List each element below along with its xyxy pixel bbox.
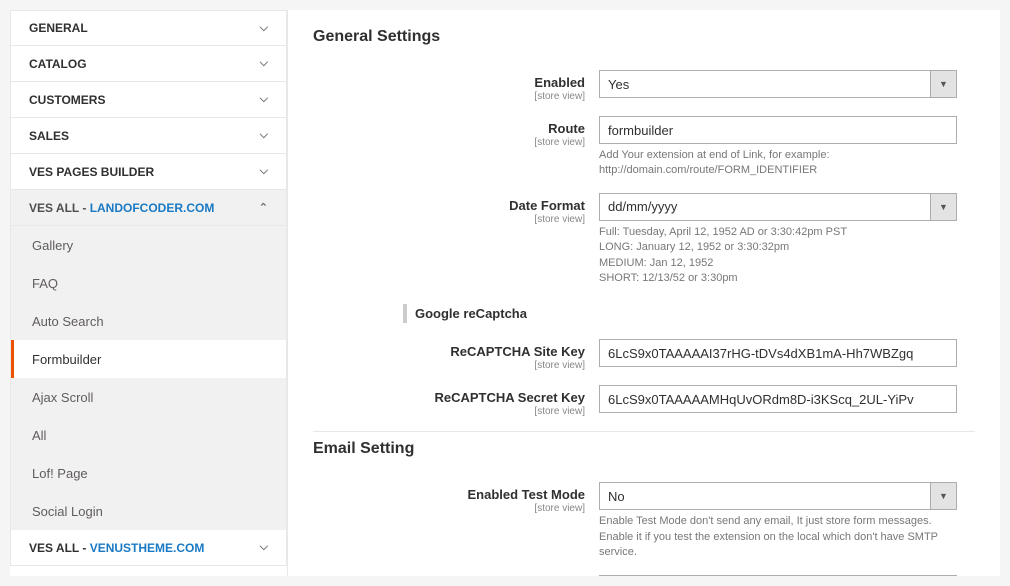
nav-group-label: VES ALL - VENUSTHEME.COM [29,541,204,555]
nav-group-ves-all-venustheme[interactable]: VES ALL - VENUSTHEME.COM ⌵ [10,530,287,566]
chevron-down-icon: ⌵ [260,541,268,554]
chevron-down-icon: ⌵ [260,93,268,106]
field-route: Route [store view] Add Your extension at… [313,116,975,179]
scope-label: [store view] [313,406,585,417]
sidebar-item-gallery[interactable]: Gallery [11,226,286,264]
nav-group-label: SALES [29,129,69,143]
nav-group-general[interactable]: GENERAL ⌵ [10,10,287,46]
nav-group-label: GENERAL [29,21,88,35]
nav-group-sales[interactable]: SALES ⌵ [10,118,287,154]
enabled-select[interactable]: Yes ▼ [599,70,957,98]
nav-group-catalog[interactable]: CATALOG ⌵ [10,46,287,82]
nav-group-customers[interactable]: CUSTOMERS ⌵ [10,82,287,118]
field-label: ReCAPTCHA Site Key [450,344,585,359]
field-hint: Enable Test Mode don't send any email, I… [599,514,957,560]
field-enabled: Enabled [store view] Yes ▼ [313,70,975,102]
test-mode-select[interactable]: No ▼ [599,482,957,510]
chevron-down-icon: ⌵ [260,22,268,35]
scope-label: [store view] [313,503,585,514]
field-thanks-email: Allow send thanks you email [store view]… [313,575,975,576]
field-label: Enabled [534,75,585,90]
nav-subitems: Gallery FAQ Auto Search Formbuilder Ajax… [10,226,287,530]
field-label: ReCAPTCHA Secret Key [434,390,585,405]
field-recaptcha-site-key: ReCAPTCHA Site Key [store view] [313,339,975,371]
recaptcha-site-key-input[interactable] [599,339,957,367]
sidebar-item-faq[interactable]: FAQ [11,264,286,302]
field-date-format: Date Format [store view] dd/mm/yyyy ▼ Fu… [313,193,975,287]
sidebar-item-formbuilder[interactable]: Formbuilder [11,340,286,378]
chevron-down-icon: ⌵ [260,165,268,178]
chevron-down-icon: ⌵ [260,129,268,142]
field-test-mode: Enabled Test Mode [store view] No ▼ Enab… [313,482,975,560]
scope-label: [store view] [313,137,585,148]
chevron-down-icon: ▼ [930,71,956,97]
thanks-email-select[interactable]: No ▼ [599,575,957,576]
chevron-down-icon: ⌵ [260,57,268,70]
sidebar-item-ajax-scroll[interactable]: Ajax Scroll [11,378,286,416]
section-title-general: General Settings [313,28,975,46]
field-label: Route [548,121,585,136]
main-content: General Settings Enabled [store view] Ye… [288,10,1000,576]
sidebar-item-social-login[interactable]: Social Login [11,492,286,530]
nav-group-ves-all-landofcoder[interactable]: VES ALL - LANDOFCODER.COM ⌃ [10,190,287,226]
sidebar-item-auto-search[interactable]: Auto Search [11,302,286,340]
nav-group-ves-pages-builder[interactable]: VES PAGES BUILDER ⌵ [10,154,287,190]
field-recaptcha-secret-key: ReCAPTCHA Secret Key [store view] [313,385,975,417]
scope-label: [store view] [313,91,585,102]
section-divider [313,431,975,432]
scope-label: [store view] [313,214,585,225]
route-input[interactable] [599,116,957,144]
chevron-down-icon: ▼ [930,194,956,220]
field-hint: Add Your extension at end of Link, for e… [599,148,957,179]
chevron-up-icon: ⌃ [259,201,268,214]
chevron-down-icon: ▼ [930,483,956,509]
field-hint: Full: Tuesday, April 12, 1952 AD or 3:30… [599,225,957,287]
scope-label: [store view] [313,360,585,371]
sidebar-item-lof-page[interactable]: Lof! Page [11,454,286,492]
sidebar-item-all[interactable]: All [11,416,286,454]
nav-group-label: VES PAGES BUILDER [29,165,154,179]
field-label: Enabled Test Mode [468,487,586,502]
recaptcha-secret-key-input[interactable] [599,385,957,413]
nav-group-label: CATALOG [29,57,87,71]
config-sidebar: GENERAL ⌵ CATALOG ⌵ CUSTOMERS ⌵ SALES ⌵ … [10,10,288,576]
nav-group-label: CUSTOMERS [29,93,105,107]
field-label: Date Format [509,198,585,213]
date-format-select[interactable]: dd/mm/yyyy ▼ [599,193,957,221]
subsection-google-recaptcha: Google reCaptcha [403,304,975,323]
nav-group-label: VES ALL - LANDOFCODER.COM [29,201,214,215]
section-title-email: Email Setting [313,440,975,458]
